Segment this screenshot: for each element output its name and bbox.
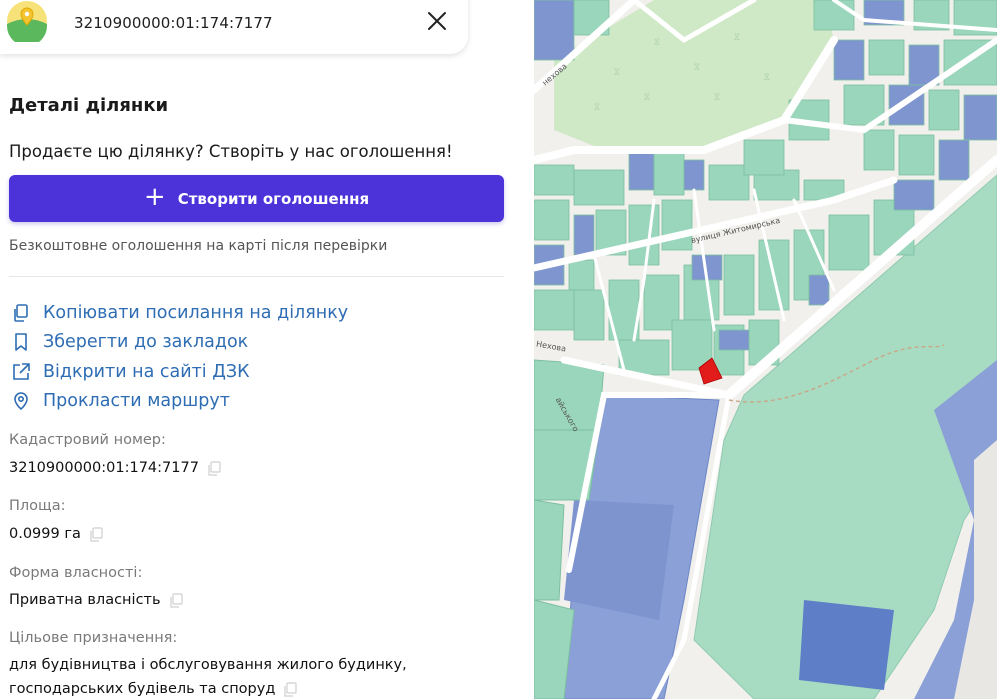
cadastral-number-text: 3210900000:01:174:7177: [9, 460, 199, 476]
route-action[interactable]: Прокласти маршрут: [9, 387, 348, 417]
location-pin-icon: [9, 389, 33, 413]
copy-icon[interactable]: [207, 460, 221, 476]
copy-icon[interactable]: [283, 681, 297, 697]
copy-icon[interactable]: [89, 526, 103, 542]
purpose-value-line2: господарських будівель та споруд: [9, 681, 297, 697]
search-bar[interactable]: 3210900000:01:174:7177: [0, 0, 468, 54]
area-text: 0.0999 га: [9, 526, 81, 542]
plus-icon: +: [143, 182, 166, 212]
close-icon[interactable]: [424, 8, 450, 34]
svg-text:ⴵ: ⴵ: [594, 103, 600, 113]
svg-text:ⴵ: ⴵ: [694, 63, 700, 73]
open-dzk-label: Відкрити на сайті ДЗК: [43, 361, 250, 382]
promo-text: Продаєте цю ділянку? Створіть у нас огол…: [9, 142, 453, 161]
area-value: 0.0999 га: [9, 526, 103, 542]
bookmark-label: Зберегти до закладок: [43, 332, 249, 353]
parcel-details-panel: 3210900000:01:174:7177 Деталі ділянки Пр…: [0, 0, 534, 699]
search-input-value[interactable]: 3210900000:01:174:7177: [74, 14, 273, 32]
actions-list: Копіювати посилання на ділянку Зберегти …: [9, 298, 348, 416]
external-link-icon: [9, 360, 33, 384]
route-label: Прокласти маршрут: [43, 391, 230, 412]
create-listing-label: Створити оголошення: [177, 189, 370, 208]
copy-link-action[interactable]: Копіювати посилання на ділянку: [9, 298, 348, 328]
svg-text:ⴵ: ⴵ: [734, 33, 740, 43]
ownership-label: Форма власності:: [9, 565, 143, 581]
open-dzk-action[interactable]: Відкрити на сайті ДЗК: [9, 357, 348, 387]
copy-link-label: Копіювати посилання на ділянку: [43, 302, 349, 323]
svg-text:ⴵ: ⴵ: [644, 93, 650, 103]
bookmark-action[interactable]: Зберегти до закладок: [9, 328, 348, 358]
area-label: Площа:: [9, 498, 66, 514]
svg-text:ⴵ: ⴵ: [614, 68, 620, 78]
bookmark-icon: [9, 330, 33, 354]
free-listing-note: Безкоштовне оголошення на карті після пе…: [9, 238, 388, 254]
section-title: Деталі ділянки: [9, 95, 169, 116]
copy-link-icon: [9, 301, 33, 325]
cadastral-number-value: 3210900000:01:174:7177: [9, 460, 221, 476]
cadastral-map[interactable]: ⴵⴵⴵ ⴵⴵⴵ ⴵⴵ вулиця Житомирська нехова Нех…: [534, 0, 997, 699]
purpose-value-line1: для будівництва і обслуговування жилого …: [9, 657, 407, 673]
ownership-text: Приватна власність: [9, 592, 161, 608]
ownership-value: Приватна власність: [9, 592, 183, 608]
divider: [9, 276, 504, 277]
purpose-text-line2: господарських будівель та споруд: [9, 681, 276, 697]
svg-text:ⴵ: ⴵ: [764, 73, 770, 83]
svg-text:ⴵ: ⴵ: [714, 93, 720, 103]
map-canvas[interactable]: ⴵ ⴵ ⴵ ⴵ ⴵ ⴵ ⴵ ⴵ: [534, 0, 997, 699]
svg-text:ⴵ: ⴵ: [654, 38, 660, 48]
field-blue-4: [799, 600, 894, 690]
purpose-label: Цільове призначення:: [9, 630, 178, 646]
cadastral-number-label: Кадастровий номер:: [9, 432, 166, 448]
create-listing-button[interactable]: + Створити оголошення: [9, 175, 504, 222]
copy-icon[interactable]: [169, 592, 183, 608]
app-logo-icon[interactable]: [6, 0, 48, 42]
